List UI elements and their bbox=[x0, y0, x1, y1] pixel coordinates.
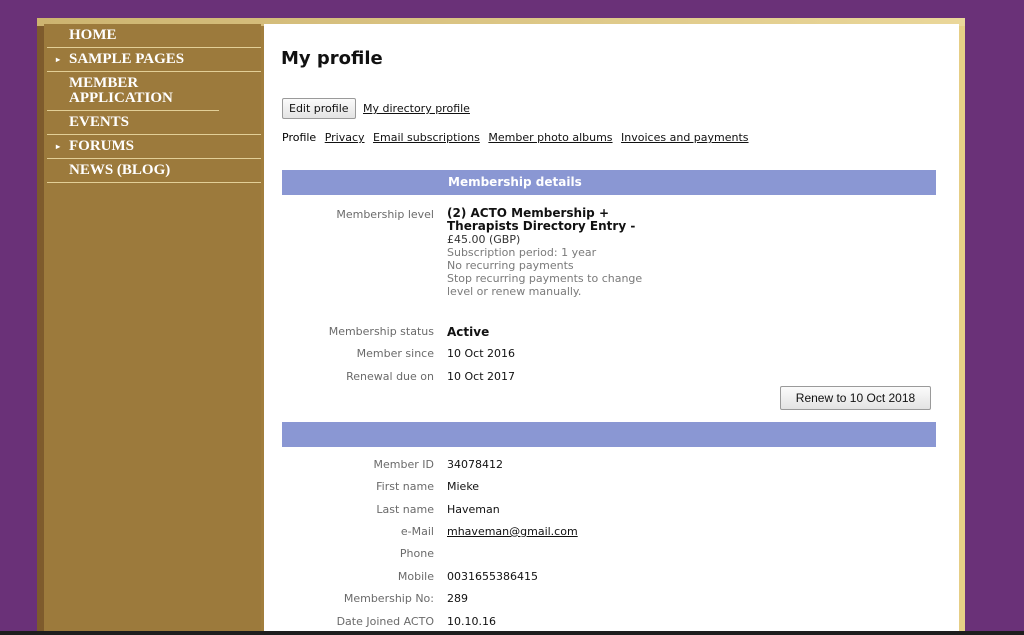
email-link[interactable]: mhaveman@gmail.com bbox=[447, 525, 578, 539]
field-label: First name bbox=[376, 480, 434, 493]
directory-profile-link[interactable]: My directory profile bbox=[363, 102, 470, 115]
date-joined: 10.10.16 bbox=[447, 615, 496, 628]
nav-item-label: FORUMS bbox=[69, 138, 134, 154]
nav-item-home[interactable]: HOME bbox=[47, 24, 261, 48]
membership-no: 289 bbox=[447, 592, 468, 605]
field-label: Membership No: bbox=[343, 592, 434, 605]
member-since: 10 Oct 2016 bbox=[447, 347, 516, 360]
member-id: 34078412 bbox=[447, 458, 503, 471]
field-label: Date Joined ACTO bbox=[336, 615, 434, 628]
sidebar: HOME ▸ SAMPLE PAGES MEMBER APPLICATION E… bbox=[44, 24, 261, 635]
tab-member-photo-albums[interactable]: Member photo albums bbox=[488, 131, 612, 144]
bottom-strip bbox=[0, 631, 1024, 635]
recurring-payments: No recurring payments bbox=[447, 259, 574, 272]
tab-privacy[interactable]: Privacy bbox=[325, 131, 365, 144]
field-label: Phone bbox=[399, 547, 434, 560]
profile-subnav: Profile Privacy Email subscriptions Memb… bbox=[282, 131, 754, 144]
nav-item-news-blog[interactable]: NEWS (BLOG) bbox=[47, 159, 261, 183]
nav-item-forums[interactable]: ▸ FORUMS bbox=[47, 135, 261, 159]
details-section-header bbox=[282, 422, 936, 447]
nav-item-sample-pages[interactable]: ▸ SAMPLE PAGES bbox=[47, 48, 261, 72]
subscription-period: Subscription period: 1 year bbox=[447, 246, 597, 259]
nav-item-label: NEWS (BLOG) bbox=[69, 162, 171, 178]
renewal-note: Stop recurring payments to change level … bbox=[447, 272, 643, 298]
last-name: Haveman bbox=[447, 503, 500, 516]
mobile: 0031655386415 bbox=[447, 570, 538, 583]
membership-level-name: (2) ACTO Membership + Therapists Directo… bbox=[447, 206, 636, 233]
renew-button[interactable]: Renew to 10 Oct 2018 bbox=[780, 386, 931, 410]
tab-invoices-payments[interactable]: Invoices and payments bbox=[621, 131, 748, 144]
membership-level-value: (2) ACTO Membership + Therapists Directo… bbox=[447, 206, 677, 299]
membership-status: Active bbox=[447, 325, 490, 339]
field-label: Renewal due on bbox=[346, 370, 434, 383]
field-label: Last name bbox=[376, 503, 434, 516]
field-label: Mobile bbox=[397, 570, 434, 583]
tab-profile: Profile bbox=[282, 131, 317, 144]
field-label: Member ID bbox=[373, 458, 434, 471]
field-label: Membership status bbox=[328, 325, 434, 338]
nav-item-member-application[interactable]: MEMBER APPLICATION bbox=[47, 72, 219, 111]
nav-item-label: SAMPLE PAGES bbox=[69, 51, 185, 67]
page-title: My profile bbox=[281, 48, 383, 69]
field-label: Member since bbox=[356, 347, 434, 360]
chevron-right-icon: ▸ bbox=[56, 142, 61, 151]
tab-email-subscriptions[interactable]: Email subscriptions bbox=[373, 131, 480, 144]
edit-profile-button[interactable]: Edit profile bbox=[282, 98, 356, 119]
field-label: Membership level bbox=[336, 208, 434, 221]
field-label: e-Mail bbox=[400, 525, 434, 538]
nav-item-label: HOME bbox=[69, 27, 117, 43]
membership-price: £45.00 (GBP) bbox=[447, 233, 521, 246]
renewal-due: 10 Oct 2017 bbox=[447, 370, 516, 383]
nav-item-label: EVENTS bbox=[69, 114, 130, 130]
membership-section-header: Membership details bbox=[282, 170, 936, 195]
nav-item-label: MEMBER APPLICATION bbox=[69, 75, 173, 106]
chevron-right-icon: ▸ bbox=[56, 55, 61, 64]
first-name: Mieke bbox=[447, 480, 480, 493]
nav-item-events[interactable]: EVENTS bbox=[47, 111, 261, 135]
main-content: My profile Edit profile My directory pro… bbox=[264, 24, 959, 635]
